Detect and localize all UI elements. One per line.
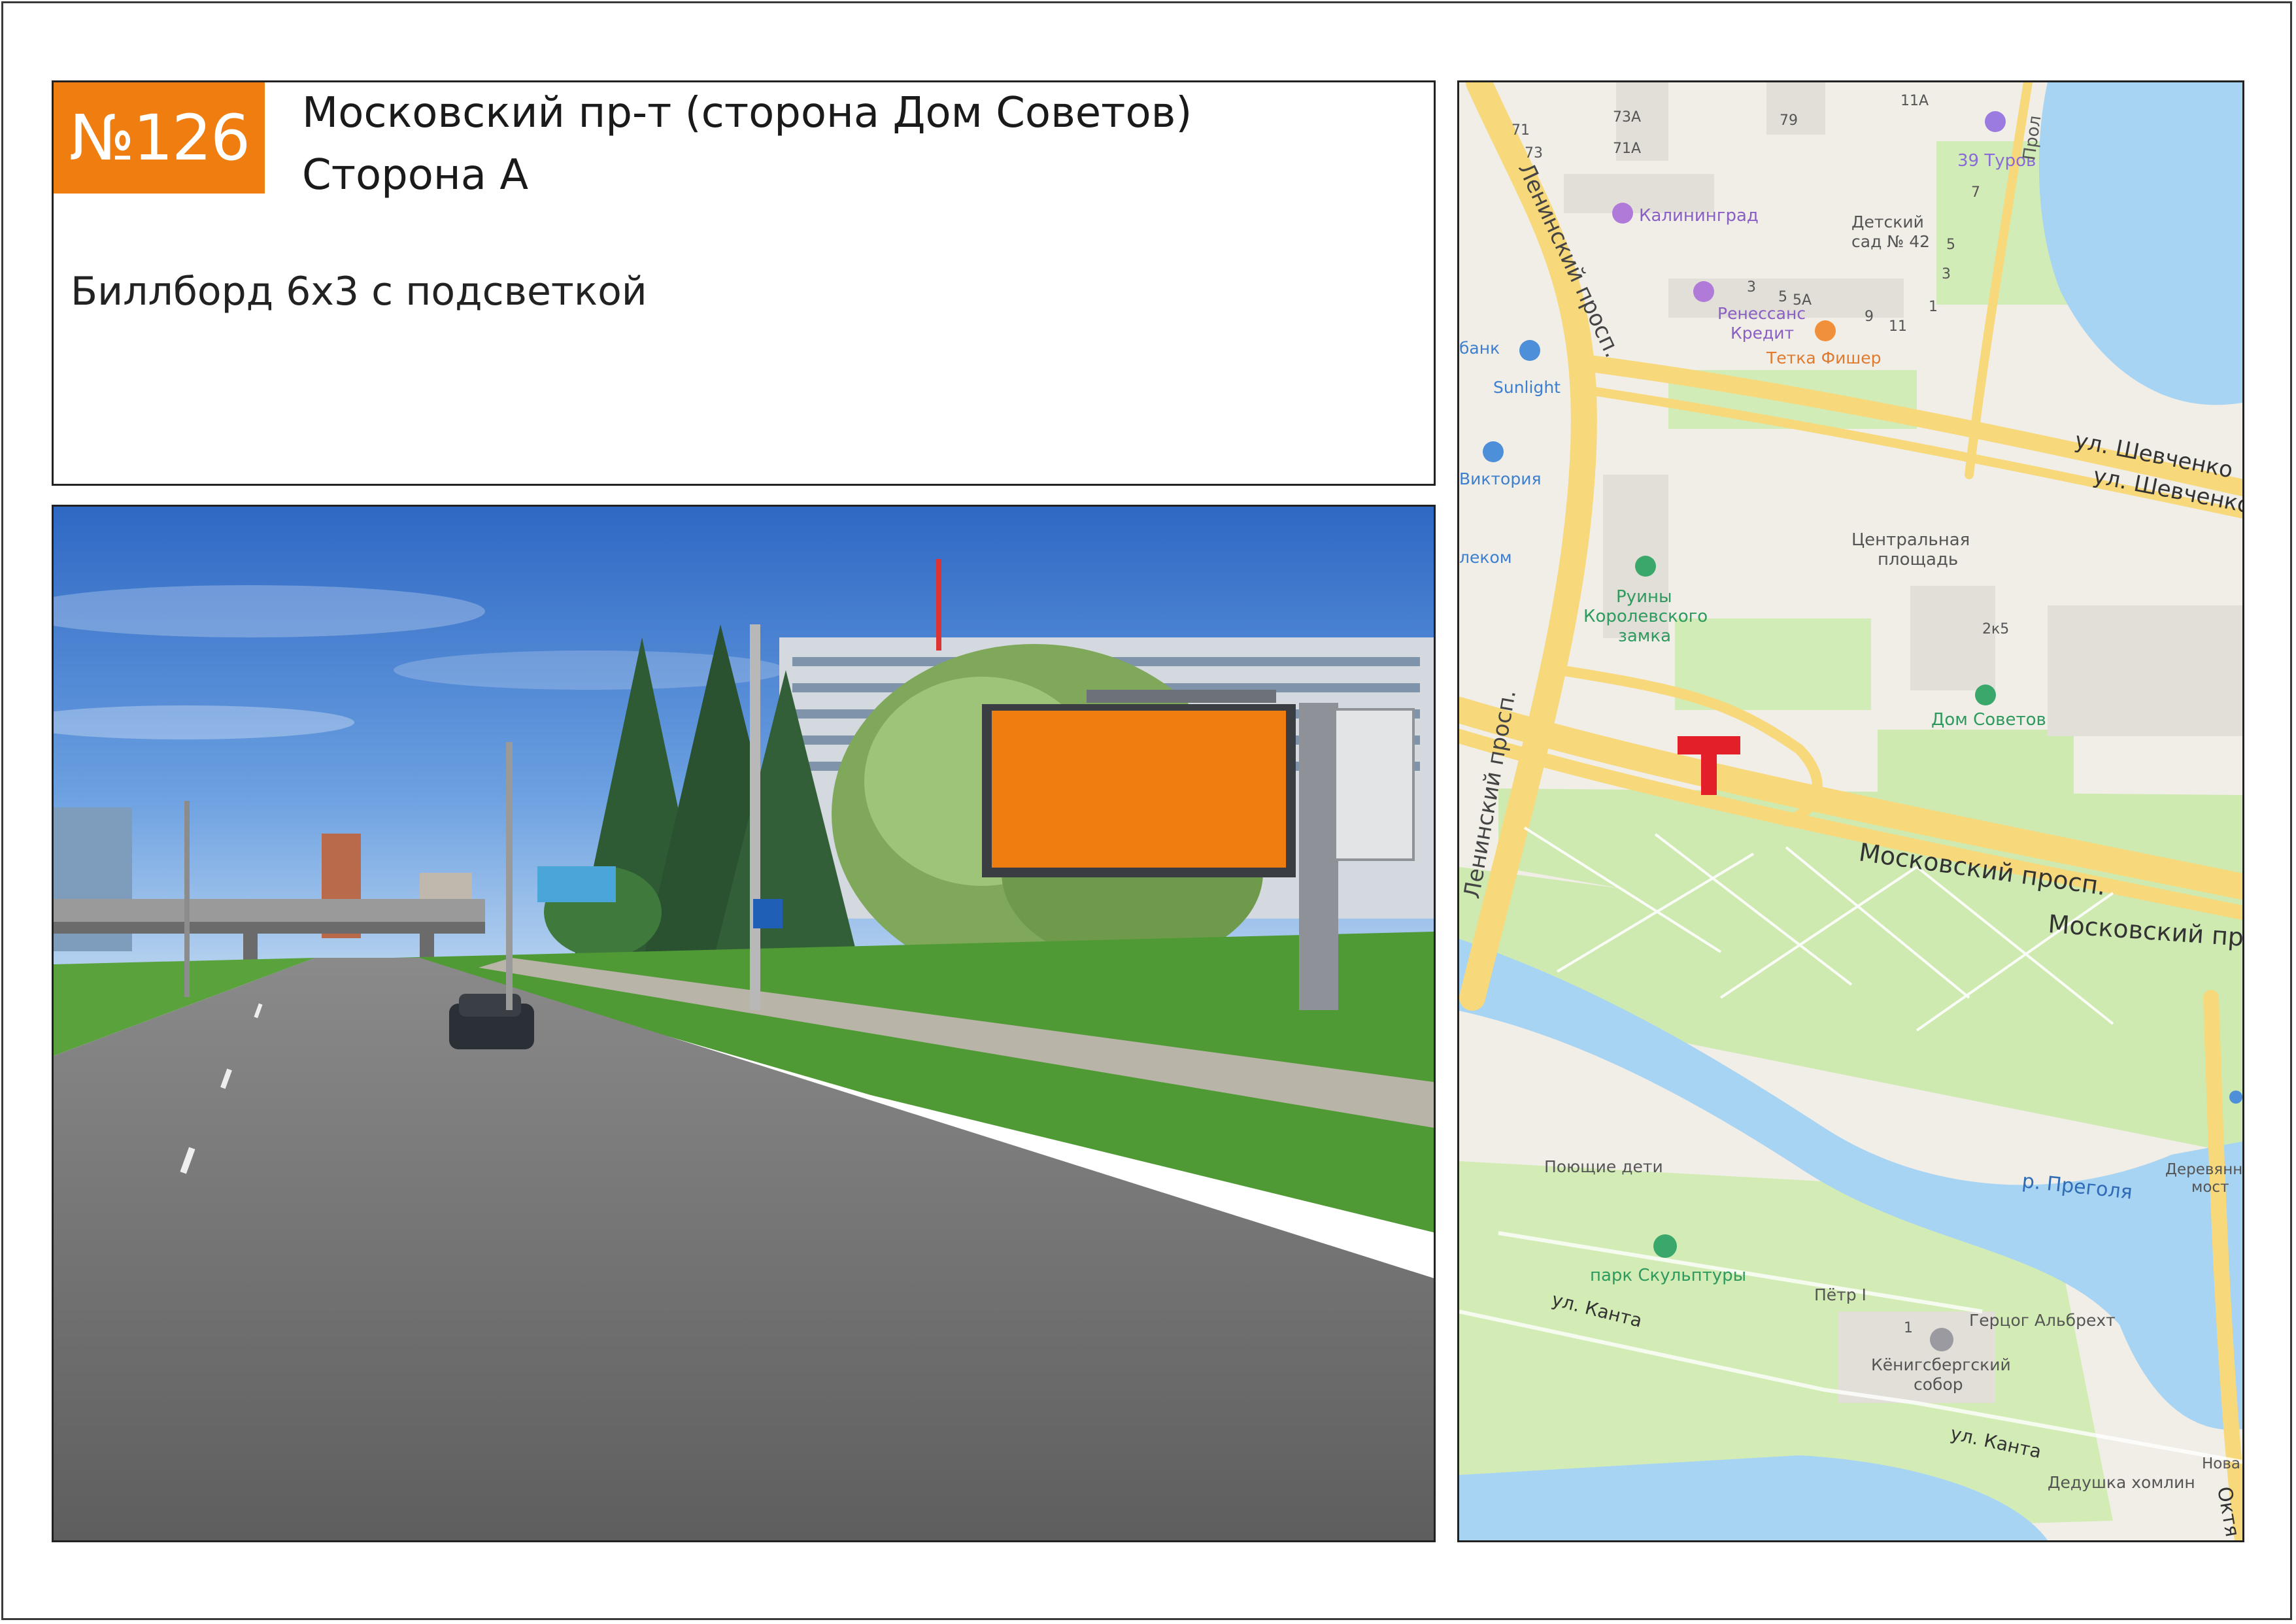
map-label: Центральная [1851,530,1970,550]
map-label: собор [1914,1375,1963,1394]
map-label: 3 [1942,266,1951,282]
map-label: 5 [1778,289,1787,305]
map-canvas: 11А 79 73А 71А 71 73 7 39 Туров Прол Кал… [1459,82,2242,1540]
map-label: мост [2191,1179,2229,1196]
map-label: 1 [1904,1320,1913,1336]
map-label: 71 [1511,122,1530,139]
street-photo [52,505,1436,1542]
map-label: Тетка Фишер [1766,348,1881,367]
overpass [54,899,485,925]
map-label: сад № 42 [1851,232,1930,251]
location-map: 11А 79 73А 71А 71 73 7 39 Туров Прол Кал… [1457,80,2244,1542]
map-label: замка [1618,626,1671,646]
map-label: 3 [1747,279,1756,296]
cathedral-icon [1930,1328,1953,1351]
map-label: Герцог Альбрехт [1969,1311,2116,1330]
billboard-description: Биллборд 6х3 с подсветкой [71,269,647,314]
antenna [936,559,941,651]
map-label: Руины [1616,587,1672,607]
billboard-face [992,711,1286,868]
map-label: Деревянн [2165,1161,2242,1178]
map-label: 9 [1865,309,1874,325]
landmark-icon [1635,556,1656,577]
map-label: Ренессанс [1717,304,1806,323]
map-label: парк Скульптуры [1590,1266,1746,1285]
map-label: Калининград [1639,206,1759,226]
street-lamp [506,742,513,1010]
park-icon [1653,1234,1677,1258]
billboard-pole [1299,703,1338,1010]
distant-billboard [537,866,616,902]
street-photo-illustration [54,507,1434,1540]
map-label: Кредит [1730,324,1794,343]
map-label: площадь [1878,550,1958,569]
map-label: 5 [1946,237,1955,253]
tour-agency-icon [1985,111,2006,132]
map-label: леком [1459,548,1512,567]
map-label: 73А [1613,109,1641,126]
map-label: Дедушка хомлин [2048,1473,2195,1492]
bank-icon [1693,281,1714,302]
billboard-back-panel [1334,708,1415,861]
map-label: Детский [1851,212,1924,231]
pier-icon [2229,1091,2242,1104]
restaurant-icon [1815,320,1836,341]
utility-pole [750,624,760,1010]
map-label: 71А [1613,141,1641,157]
shop-icon [1483,441,1504,462]
map-label: Виктория [1459,469,1542,488]
map-label: 7 [1971,184,1980,201]
map-label: Sunlight [1493,378,1561,397]
header-panel: №126 Московский пр-т (сторона Дом Совето… [52,80,1436,486]
map-label: 11А [1900,93,1929,109]
map-label: Поющие дети [1544,1157,1663,1176]
map-label: Дом Советов [1931,710,2046,730]
hotel-icon [1612,203,1633,224]
number-badge: №126 [54,82,265,194]
dom-sovetov-icon [1975,685,1996,705]
location-title: Московский пр-т (сторона Дом Советов) [302,89,1192,137]
map-label: 2к5 [1982,621,2009,637]
map-label: Пётр I [1814,1285,1866,1304]
map-label: Нова [2202,1455,2240,1472]
road-sign [753,899,783,928]
map-label: банк [1459,339,1500,358]
map-label: Кёнигсбергский [1871,1355,2011,1374]
map-label: 1 [1929,299,1938,315]
map-label: Королевского [1583,607,1708,626]
map-label: 73 [1525,145,1543,161]
jewelry-icon [1519,340,1540,361]
side-title: Сторона А [302,151,529,199]
map-label: 79 [1780,112,1798,129]
map-label: 11 [1889,318,1907,335]
